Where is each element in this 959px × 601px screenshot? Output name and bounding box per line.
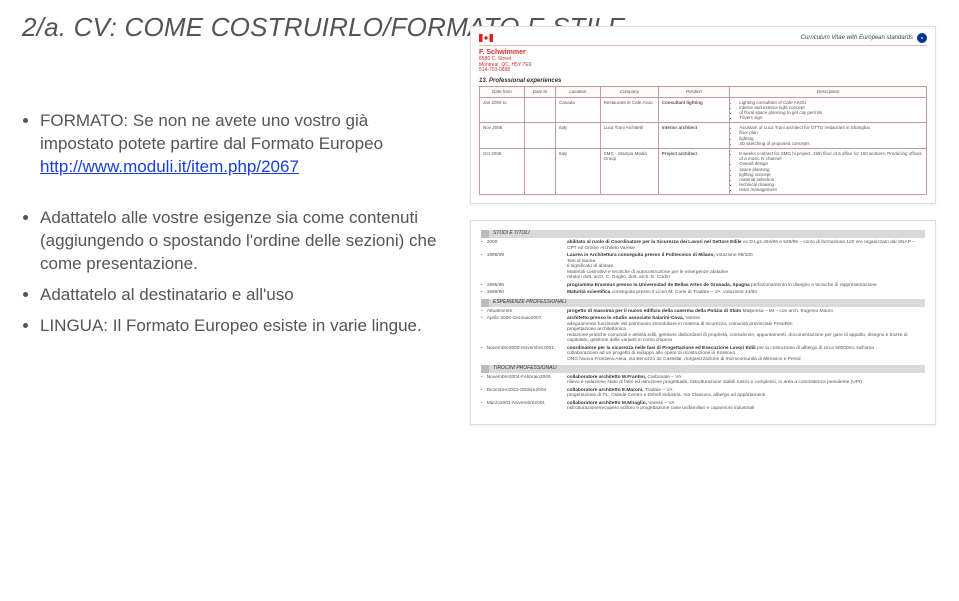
cv1-cell: Italy	[555, 148, 600, 194]
th-date-to: Date to	[524, 87, 555, 97]
cv1-cell: Restaurant et Cafe Asou	[600, 97, 658, 123]
bullet-adattatelo-contenuti: Adattatelo alle vostre esigenze sia come…	[40, 207, 442, 276]
th-location: Location	[555, 87, 600, 97]
cv2-row: Attualmenteprogetto di massima per il nu…	[481, 309, 925, 315]
cv1-experience-table: Date from Date to Location Company Posit…	[479, 86, 927, 195]
cv1-cell: Consultant lighting	[658, 97, 730, 123]
cv1-desc: 8 weeks contract for SMG hi project. 15t…	[730, 148, 927, 194]
cv1-cell: Oct 2008	[480, 148, 525, 194]
cv2-row: Marzo2001-Novembre2001collaboratore arch…	[481, 401, 925, 412]
cv1-cell: Italy	[555, 123, 600, 149]
bullet-lingua: LINGUA: Il Formato Europeo esiste in var…	[40, 315, 442, 338]
cv2-section-bar: ESPERIENZE PROFESSIONALI	[481, 299, 925, 307]
slide-body: FORMATO: Se non ne avete uno vostro già …	[22, 110, 442, 346]
formato-europeo-link[interactable]: http://www.moduli.it/item.php/2067	[40, 157, 299, 176]
cv1-cell: Jan 2009 to	[480, 97, 525, 123]
cv1-cell: Nov 2008	[480, 123, 525, 149]
cv2-section-bar: TIROCINI PROFESSIONALI	[481, 365, 925, 373]
th-company: Company	[600, 87, 658, 97]
cv2-section-bar: STUDI E TITOLI	[481, 230, 925, 238]
cv2-row: 1989/90Maturità scientifica conseguita p…	[481, 290, 925, 296]
eu-flag-icon	[917, 33, 927, 43]
bullet-formato: FORMATO: Se non ne avete uno vostro già …	[40, 110, 442, 179]
cv1-desc: Assistant of Luca Trani architect for OT…	[730, 123, 927, 149]
bullet-adattatelo-destinatario: Adattatelo al destinatario e all'uso	[40, 284, 442, 307]
cv1-cell: Interior architect	[658, 123, 730, 149]
cv-sample-european: Curriculum Vitae with European standards…	[470, 26, 936, 204]
th-position: Position	[658, 87, 730, 97]
cv-sample-italian: STUDI E TITOLI 2000abilitato al ruolo di …	[470, 220, 936, 425]
cv2-row: Dicembre2003-Ottobre2004collaboratore ar…	[481, 388, 925, 399]
cv1-section-title: 13. Professional experiences	[479, 78, 927, 85]
cv1-name: F. Schwimmer	[479, 49, 927, 57]
cv2-row: 1998/99Laurea in Architettura conseguita…	[481, 253, 925, 281]
canada-flag-icon	[479, 34, 493, 42]
cv1-cell: Project architect	[658, 148, 730, 194]
cv1-cell	[524, 97, 555, 123]
cv2-row: Aprile 2006-Gennaio2007architetto presso…	[481, 316, 925, 344]
cv1-cell	[524, 123, 555, 149]
cv1-cell	[524, 148, 555, 194]
cv1-header-label: Curriculum Vitae with European standards	[801, 35, 913, 42]
cv1-cell: Canada	[555, 97, 600, 123]
th-date-from: Date from	[480, 87, 525, 97]
cv-thumbnails: Curriculum Vitae with European standards…	[470, 26, 940, 441]
cv2-row: 2000abilitato al ruolo di Coordinatore p…	[481, 240, 925, 251]
cv2-row: Novembre2000-Novembre2001coordinatore pe…	[481, 346, 925, 363]
cv1-addr3: 514-703-0888	[479, 68, 927, 74]
th-description: Description	[730, 87, 927, 97]
bullet-formato-text: FORMATO: Se non ne avete uno vostro già …	[40, 111, 383, 153]
cv1-cell: SMG - Stampa Media Group	[600, 148, 658, 194]
cv1-cell: Luca Trani Architetti	[600, 123, 658, 149]
cv1-desc: Lighting consultant of Cafe ASOUinterior…	[730, 97, 927, 123]
cv2-row: Novembre2004-Febbraio2005collaboratore a…	[481, 375, 925, 386]
cv2-row: 1995/96programma Erasmus presso la Unive…	[481, 283, 925, 289]
